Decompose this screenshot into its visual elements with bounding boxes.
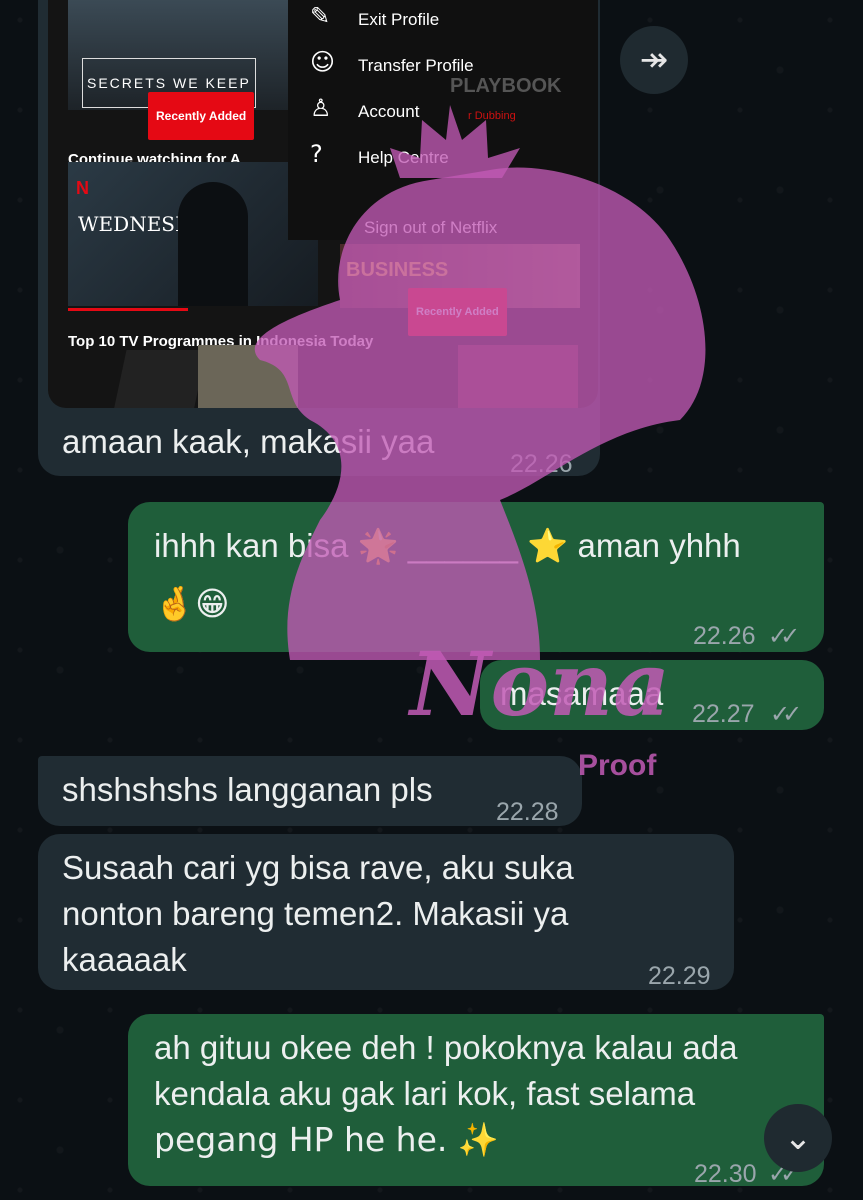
read-receipt-icon: ✓✓ xyxy=(768,623,800,650)
account-icon[interactable]: ♙ xyxy=(310,86,332,130)
chevron-double-down-icon[interactable]: ⌄ xyxy=(764,1104,832,1172)
incoming-message-bubble[interactable]: Susaah cari yg bisa rave, aku suka nonto… xyxy=(38,834,734,990)
message-line-1: Susaah cari yg bisa rave, aku suka xyxy=(62,849,574,886)
emoji-line: 🤞😁 xyxy=(154,584,230,623)
incoming-message-bubble[interactable]: shshshshs langganan pls 22.28 xyxy=(38,756,582,826)
message-time: 22.26 xyxy=(510,450,573,478)
menu-item-exit-profile[interactable]: Exit Profile xyxy=(358,0,439,42)
message-time: 22.29 xyxy=(648,962,711,990)
recently-added-badge: Recently Added xyxy=(148,92,255,140)
actress-figure xyxy=(178,182,248,306)
read-receipt-icon: ✓✓ xyxy=(770,701,802,728)
message-text: amaan kaak, makasii yaa xyxy=(62,423,435,460)
message-text: aman yhhh xyxy=(577,527,741,564)
menu-item-help-centre[interactable]: Help Centre xyxy=(358,136,449,180)
message-line-1: ah gituu okee deh ! pokoknya kalau ada xyxy=(154,1029,738,1066)
help-icon[interactable]: ? xyxy=(310,132,323,176)
dubbing-text: r Dubbing xyxy=(468,110,516,122)
glowing-star-icon: 🌟 xyxy=(357,526,399,565)
outgoing-message-bubble[interactable]: masamaaa 22.27 ✓✓ xyxy=(480,660,824,730)
outgoing-message-bubble[interactable]: ihhh kan bisa 🌟 ______ ⭐ aman yhhh 🤞😁 22… xyxy=(128,502,824,652)
message-line-2: nonton bareng temen2. Makasii ya xyxy=(62,895,569,932)
message-line-3: kaaaaak xyxy=(62,941,187,978)
message-line-3: pegang HP he he. ✨ xyxy=(154,1120,499,1159)
profile-menu[interactable]: ✎ Exit Profile ☺ Transfer Profile ♙ Acco… xyxy=(288,0,598,240)
message-line-1: ihhh kan bisa 🌟 ______ ⭐ aman yhhh xyxy=(154,524,741,568)
message-time: 22.28 xyxy=(496,798,559,826)
poster-title: BUSINESS xyxy=(346,259,449,281)
message-line-2: kendala aku gak lari kok, fast selama xyxy=(154,1075,696,1112)
pencil-icon[interactable]: ✎ xyxy=(310,0,330,38)
recently-added-badge: Recently Added xyxy=(408,288,507,336)
poster-business: BUSINESS Recently Added xyxy=(340,244,580,336)
message-text: masamaaa xyxy=(500,675,664,712)
outgoing-message-bubble[interactable]: ah gituu okee deh ! pokoknya kalau ada k… xyxy=(128,1014,824,1188)
message-time: 22.30 xyxy=(694,1160,757,1188)
netflix-screenshot[interactable]: SECRETS WE KEEP Recently Added Continue … xyxy=(48,0,598,408)
star-icon: ⭐ xyxy=(527,526,569,565)
top10-number-1 xyxy=(109,350,207,408)
poster-wednesday: N WEDNESDAY xyxy=(68,162,318,306)
menu-item-account[interactable]: Account xyxy=(358,90,419,134)
message-text: shshshshs langganan pls xyxy=(62,771,433,808)
top10-poster-2 xyxy=(458,345,578,408)
poster-secrets-we-keep: SECRETS WE KEEP Recently Added xyxy=(68,0,288,140)
message-text: ihhh kan bisa xyxy=(154,527,349,564)
progress-bar xyxy=(68,308,188,311)
message-time: 22.27 xyxy=(692,700,755,728)
forward-icon[interactable]: ↠ xyxy=(620,26,688,94)
transfer-profile-icon[interactable]: ☺ xyxy=(310,40,335,84)
message-time: 22.26 xyxy=(693,622,756,650)
image-message-bubble[interactable]: SECRETS WE KEEP Recently Added Continue … xyxy=(38,0,600,478)
top10-poster-1 xyxy=(198,345,298,408)
blank-text: ______ xyxy=(407,527,519,564)
